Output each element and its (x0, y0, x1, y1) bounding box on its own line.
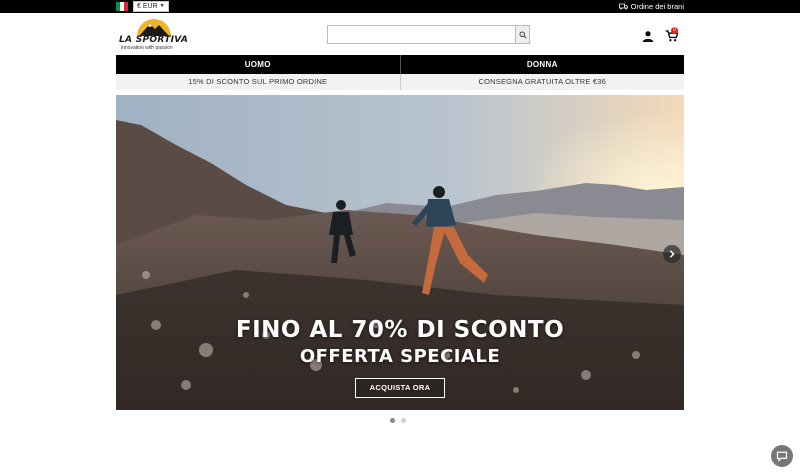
hero-subtitle: OFFERTA SPECIALE (299, 346, 501, 367)
brand-logo[interactable]: LA SPORTIVA innovation with passion (119, 16, 189, 52)
promo-discount: 15% DI SCONTO SUL PRIMO ORDINE (188, 77, 328, 86)
hero-title: FINO AL 70% DI SCONTO (235, 317, 565, 343)
mountain-logo-icon (137, 19, 171, 36)
currency-selector[interactable]: € EUR ▼ (133, 1, 169, 12)
shop-now-button[interactable]: ACQUISTA ORA (355, 378, 445, 398)
nav-item-donna[interactable]: DONNA (399, 55, 685, 74)
order-tracking-link[interactable]: Ordine dei brani (618, 1, 684, 12)
search-box (327, 25, 530, 44)
chat-icon (776, 451, 788, 462)
account-button[interactable] (642, 29, 654, 42)
nav-item-uomo[interactable]: UOMO (116, 55, 400, 74)
cart-count-badge: 0 (671, 27, 678, 34)
order-link-label: Ordine dei brani (630, 2, 684, 11)
currency-label: € EUR (137, 3, 158, 10)
search-button[interactable] (515, 26, 529, 43)
italy-flag-icon[interactable] (116, 2, 128, 11)
carousel-dot-2[interactable] (401, 418, 406, 423)
truck-icon (618, 3, 628, 10)
promo-bar: 15% DI SCONTO SUL PRIMO ORDINE CONSEGNA … (116, 74, 684, 90)
user-icon (642, 31, 654, 42)
search-input[interactable] (328, 26, 516, 43)
category-nav: UOMO DONNA (116, 55, 684, 74)
hero-banner: FINO AL 70% DI SCONTO OFFERTA SPECIALE A… (116, 95, 684, 410)
search-icon (519, 31, 527, 39)
chat-button[interactable] (771, 445, 793, 467)
carousel-dots (390, 418, 406, 423)
brand-tagline: innovation with passion (121, 45, 173, 51)
carousel-next-button[interactable] (663, 245, 681, 263)
brand-name: LA SPORTIVA (119, 35, 189, 45)
promo-shipping: CONSEGNA GRATUITA OLTRE €36 (399, 74, 685, 90)
chevron-right-icon (669, 250, 675, 258)
top-bar: € EUR ▼ Ordine dei brani (0, 0, 800, 13)
carousel-dot-1[interactable] (390, 418, 395, 423)
caret-down-icon: ▼ (159, 3, 165, 9)
